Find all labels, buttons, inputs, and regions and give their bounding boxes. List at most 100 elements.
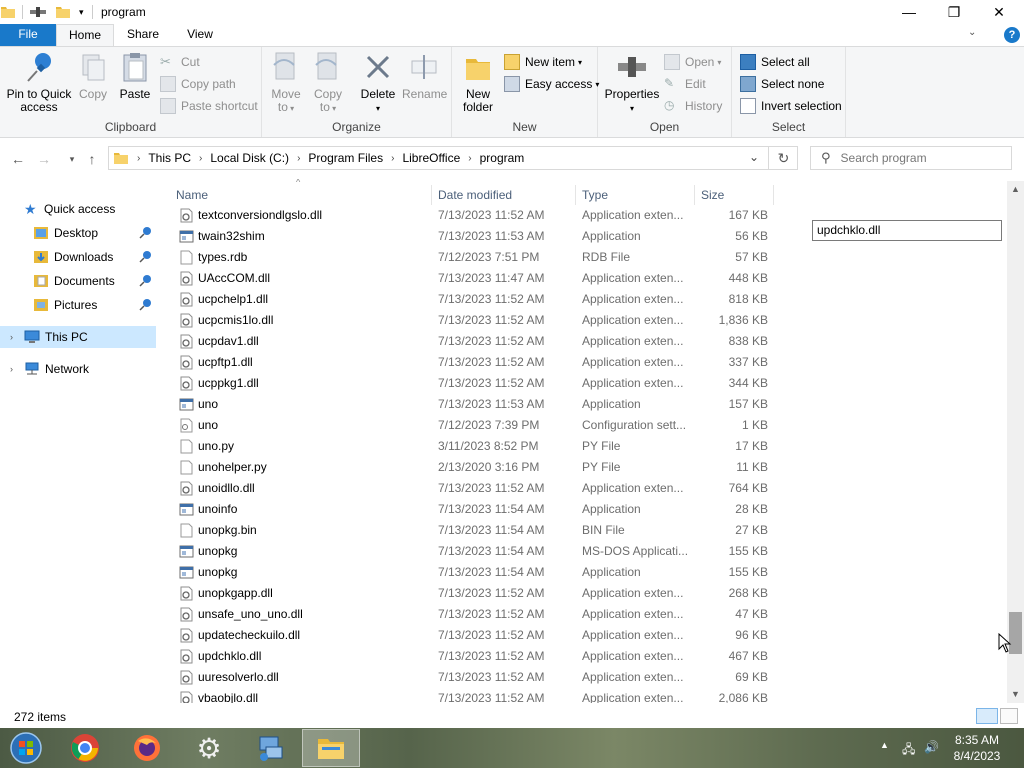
- refresh-button[interactable]: ↻: [768, 146, 798, 170]
- file-row[interactable]: textconversiondlgslo.dll 7/13/2023 11:52 …: [170, 205, 790, 226]
- taskbar-file-explorer[interactable]: [302, 729, 360, 767]
- file-row[interactable]: unsafe_uno_uno.dll 7/13/2023 11:52 AM Appl…: [170, 604, 790, 625]
- column-header-type[interactable]: Type: [576, 185, 695, 205]
- rename-button[interactable]: Rename: [402, 51, 447, 101]
- paste-button[interactable]: Paste: [118, 51, 152, 101]
- nav-this-pc[interactable]: › This PC: [0, 326, 156, 348]
- invert-selection-button[interactable]: Invert selection: [740, 96, 842, 116]
- file-row[interactable]: unoidllo.dll 7/13/2023 11:52 AM Applicatio…: [170, 478, 790, 499]
- file-row[interactable]: twain32shim 7/13/2023 11:53 AM Application…: [170, 226, 790, 247]
- taskbar-firefox[interactable]: [118, 729, 176, 767]
- breadcrumb-local-disk[interactable]: Local Disk (C:): [210, 151, 289, 165]
- details-view-icon[interactable]: [976, 708, 998, 724]
- breadcrumb-this-pc[interactable]: This PC: [148, 151, 191, 165]
- address-bar[interactable]: › This PC › Local Disk (C:) › Program Fi…: [108, 146, 798, 170]
- file-row[interactable]: unohelper.py 2/13/2020 3:16 PM PY File 11 K…: [170, 457, 790, 478]
- back-button[interactable]: ←: [8, 149, 28, 169]
- file-row[interactable]: ucpdav1.dll 7/13/2023 11:52 AM Application…: [170, 331, 790, 352]
- file-row[interactable]: types.rdb 7/12/2023 7:51 PM RDB File 57 KB: [170, 247, 790, 268]
- file-row[interactable]: updatecheckuilo.dll 7/13/2023 11:52 AM App…: [170, 625, 790, 646]
- tab-share[interactable]: Share: [118, 24, 168, 46]
- close-button[interactable]: ✕: [976, 0, 1022, 24]
- start-button[interactable]: [0, 729, 52, 767]
- taskbar-network-tool[interactable]: [242, 729, 300, 767]
- copy-to-button[interactable]: Copy to ▾: [310, 51, 346, 115]
- breadcrumb-program[interactable]: program: [480, 151, 525, 165]
- minimize-button[interactable]: —: [886, 0, 932, 24]
- file-row[interactable]: ucpchelp1.dll 7/13/2023 11:52 AM Applicati…: [170, 289, 790, 310]
- recent-locations-button[interactable]: ▾: [62, 149, 82, 169]
- easy-access-button[interactable]: Easy access ▾: [504, 74, 599, 94]
- taskbar-chrome[interactable]: [56, 729, 114, 767]
- nav-network[interactable]: › Network: [0, 358, 156, 380]
- nav-desktop[interactable]: Desktop: [0, 222, 156, 244]
- delete-button[interactable]: Delete ▾: [358, 51, 398, 115]
- copy-path-button[interactable]: Copy path: [160, 74, 236, 94]
- scroll-up-icon[interactable]: ▲: [1007, 181, 1024, 198]
- expand-ribbon-icon[interactable]: ⌄: [968, 27, 976, 38]
- large-icons-view-icon[interactable]: [1000, 708, 1018, 724]
- select-all-button[interactable]: Select all: [740, 52, 810, 72]
- up-button[interactable]: ↑: [82, 149, 102, 169]
- file-row[interactable]: unoinfo 7/13/2023 11:54 AM Application 28 K…: [170, 499, 790, 520]
- properties-button[interactable]: Properties ▾: [602, 51, 662, 115]
- select-none-button[interactable]: Select none: [740, 74, 824, 94]
- open-button[interactable]: Open ▾: [664, 52, 721, 72]
- volume-icon[interactable]: 🔊: [924, 740, 939, 754]
- breadcrumb-libreoffice[interactable]: LibreOffice: [402, 151, 460, 165]
- address-dropdown-icon[interactable]: ⌄: [749, 150, 759, 164]
- maximize-button[interactable]: ❐: [931, 0, 977, 24]
- file-row[interactable]: unopkg.bin 7/13/2023 11:54 AM BIN File 27 K…: [170, 520, 790, 541]
- pin-icon[interactable]: [138, 226, 152, 240]
- tab-file[interactable]: File: [0, 24, 56, 46]
- file-row[interactable]: unopkg 7/13/2023 11:54 AM MS-DOS Applicati…: [170, 541, 790, 562]
- file-row[interactable]: unopkg 7/13/2023 11:54 AM Application 155 K…: [170, 562, 790, 583]
- file-row[interactable]: unopkgapp.dll 7/13/2023 11:52 AM Applicati…: [170, 583, 790, 604]
- pin-icon[interactable]: [138, 250, 152, 264]
- properties-icon[interactable]: [29, 5, 47, 19]
- vertical-scrollbar[interactable]: ▲ ▼: [1007, 181, 1024, 703]
- system-clock[interactable]: 8:35 AM 8/4/2023: [944, 732, 1010, 764]
- file-row[interactable]: ucppkg1.dll 7/13/2023 11:52 AM Application…: [170, 373, 790, 394]
- preview-filename-field[interactable]: updchklo.dll: [812, 220, 1002, 241]
- network-status-icon[interactable]: 🖧: [902, 740, 915, 761]
- file-row[interactable]: uno.py 3/11/2023 8:52 PM PY File 17 KB: [170, 436, 790, 457]
- file-row[interactable]: ucpftp1.dll 7/13/2023 11:52 AM Application…: [170, 352, 790, 373]
- column-header-date-modified[interactable]: Date modified: [432, 185, 576, 205]
- breadcrumb-program-files[interactable]: Program Files: [308, 151, 383, 165]
- pin-to-quick-access-button[interactable]: Pin to Quick access: [4, 51, 74, 114]
- forward-button[interactable]: →: [34, 149, 54, 169]
- customize-qat-icon[interactable]: ▾: [79, 7, 84, 18]
- search-box[interactable]: ⚲ Search program: [810, 146, 1012, 170]
- help-icon[interactable]: ?: [1004, 27, 1020, 43]
- paste-shortcut-button[interactable]: Paste shortcut: [160, 96, 258, 116]
- copy-button[interactable]: Copy: [76, 51, 110, 101]
- history-button[interactable]: ◷ History: [664, 96, 722, 116]
- edit-button[interactable]: ✎ Edit: [664, 74, 706, 94]
- scroll-down-icon[interactable]: ▼: [1007, 686, 1024, 703]
- nav-downloads[interactable]: Downloads: [0, 246, 156, 268]
- nav-pictures[interactable]: Pictures: [0, 294, 156, 316]
- file-row[interactable]: updchklo.dll 7/13/2023 11:52 AM Applicatio…: [170, 646, 790, 667]
- taskbar-settings[interactable]: ⚙: [180, 729, 238, 767]
- file-row[interactable]: uno 7/12/2023 7:39 PM Configuration sett..…: [170, 415, 790, 436]
- tab-home[interactable]: Home: [56, 24, 114, 46]
- file-row[interactable]: uuresolverlo.dll 7/13/2023 11:52 AM Applic…: [170, 667, 790, 688]
- file-row[interactable]: UAccCOM.dll 7/13/2023 11:47 AM Application…: [170, 268, 790, 289]
- pin-icon[interactable]: [138, 298, 152, 312]
- cut-button[interactable]: ✂ Cut: [160, 52, 200, 72]
- show-hidden-icons-icon[interactable]: ▲: [880, 740, 889, 750]
- file-row[interactable]: ucpcmis1lo.dll 7/13/2023 11:52 AM Applicat…: [170, 310, 790, 331]
- nav-documents[interactable]: Documents: [0, 270, 156, 292]
- new-item-button[interactable]: New item ▾: [504, 52, 582, 72]
- file-row[interactable]: uno 7/13/2023 11:53 AM Application 157 KB: [170, 394, 790, 415]
- new-folder-button[interactable]: New folder: [460, 51, 496, 114]
- pin-icon[interactable]: [138, 274, 152, 288]
- move-to-button[interactable]: Move to ▾: [268, 51, 304, 115]
- nav-quick-access[interactable]: ★ Quick access: [0, 198, 156, 220]
- new-folder-icon[interactable]: [55, 4, 71, 20]
- column-header-size[interactable]: Size: [695, 185, 774, 205]
- tab-view[interactable]: View: [176, 24, 224, 46]
- file-row[interactable]: vbaobjlo.dll 7/13/2023 11:52 AM Applicatio…: [170, 688, 790, 703]
- column-header-name[interactable]: Name: [170, 185, 432, 205]
